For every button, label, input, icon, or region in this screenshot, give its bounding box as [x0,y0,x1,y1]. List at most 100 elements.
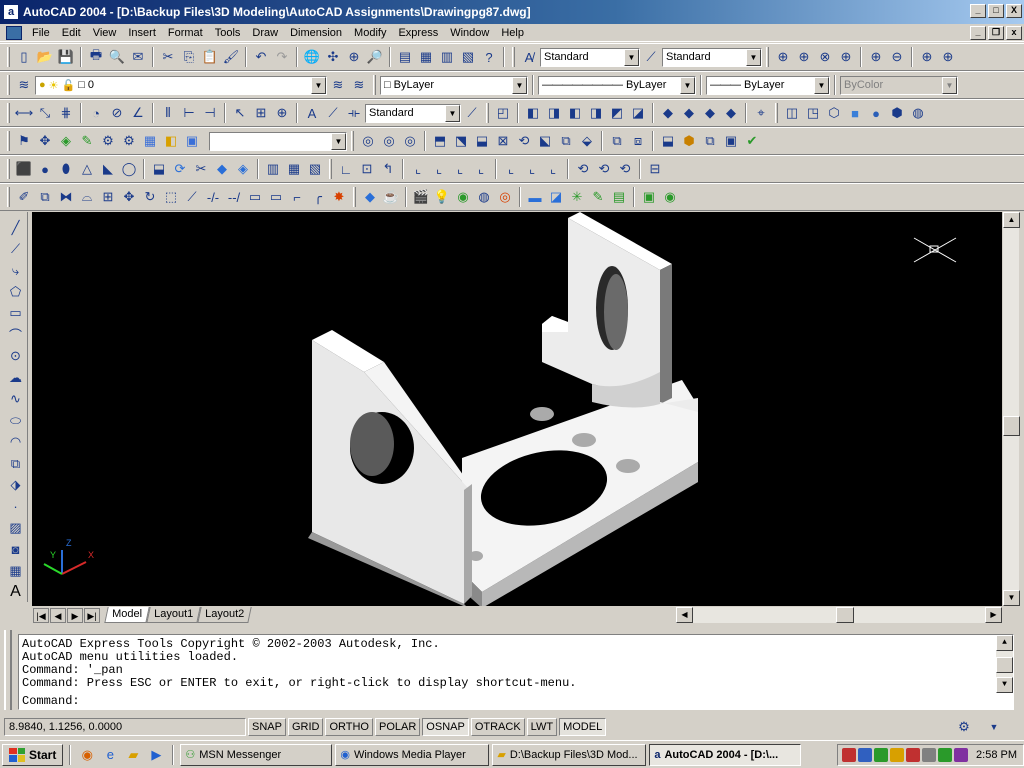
x-ucs-icon[interactable]: ⟲ [573,159,593,179]
menu-draw[interactable]: Draw [246,25,284,41]
tray-icon[interactable] [890,747,905,762]
diameter-dim-icon[interactable]: ⊘ [107,103,127,123]
start-button[interactable]: Start [2,743,64,766]
check-icon[interactable]: ✔ [742,131,762,151]
setup-profile-icon[interactable]: ▧ [305,159,325,179]
open-icon[interactable]: 📂 [35,47,55,67]
box-icon[interactable]: ⬛ [14,159,34,179]
multiline-text-icon[interactable]: A [6,582,26,601]
fillet-icon[interactable]: ╭ [308,187,328,207]
maximize-button[interactable]: □ [988,4,1004,18]
polar-toggle[interactable]: POLAR [375,718,421,736]
polyline-icon[interactable]: ⤷ [6,261,26,280]
center-mark-icon[interactable]: ⊕ [272,103,292,123]
document-icon[interactable] [6,25,22,40]
express-selection-icon[interactable]: ▣ [182,131,202,151]
command-window[interactable]: AutoCAD Express Tools Copyright © 2002-2… [18,634,1014,710]
offset-faces-icon[interactable]: ⬓ [472,131,492,151]
edit-landscape-icon[interactable]: ✎ [588,187,608,207]
revolve-icon[interactable]: ⟳ [170,159,190,179]
express-select[interactable]: ▼ [209,131,347,151]
3point-ucs-icon[interactable]: ⌞ [543,159,563,179]
offset-icon[interactable]: ⌓ [77,187,97,207]
materials-icon[interactable]: ◉ [453,187,473,207]
menu-view[interactable]: View [87,25,123,41]
view-ucs-icon-2[interactable]: ⌞ [471,159,491,179]
radius-dim-icon[interactable]: ◔ [86,103,106,123]
stretch-icon[interactable]: ⟋ [182,187,202,207]
color-faces-icon[interactable]: ⬙ [577,131,597,151]
dim-style-icon[interactable]: ⟋ [641,47,661,67]
ucs-icon[interactable]: ⊕ [344,47,364,67]
scroll-left-icon[interactable]: ◀ [676,607,693,623]
layer-manager-icon[interactable]: ≋ [14,75,34,95]
tab-layout1[interactable]: Layout1 [146,607,201,623]
ordinate-dim-icon[interactable]: ⋕ [56,103,76,123]
ellipse-icon[interactable]: ⬭ [6,411,26,430]
imprint-icon[interactable]: ⬓ [658,131,678,151]
face-ucs-icon[interactable]: ⌞ [450,159,470,179]
tray-icon[interactable] [906,747,921,762]
hscroll-thumb[interactable] [836,607,854,623]
print-preview-icon[interactable]: 🔍 [107,47,127,67]
hide-icon[interactable]: ◆ [360,187,380,207]
section-icon[interactable]: ◆ [212,159,232,179]
wireframe-icon[interactable]: ⬡ [824,103,844,123]
zoom-out-icon[interactable]: ⊖ [887,47,907,67]
match-properties-icon[interactable]: 🖌 [221,47,241,67]
chevron-down-icon[interactable]: ▼ [445,104,460,122]
osnap-toggle[interactable]: OSNAP [422,718,469,736]
hatch-icon[interactable]: ▨ [6,518,26,537]
help-icon[interactable]: ? [479,47,499,67]
rotate-faces-icon[interactable]: ⟲ [514,131,534,151]
hyperlink-icon[interactable]: 🌐 [302,47,322,67]
object-snap-icon[interactable]: ✣ [323,47,343,67]
gouraud-icon[interactable]: ■ [845,103,865,123]
camera-icon[interactable]: ⌖ [751,103,771,123]
interfere-icon[interactable]: ◈ [233,159,253,179]
fog-icon[interactable]: ◪ [546,187,566,207]
menu-dimension[interactable]: Dimension [284,25,348,41]
landscape-library-icon[interactable]: ▤ [609,187,629,207]
setup-drawing-icon[interactable]: ▥ [263,159,283,179]
task-explorer[interactable]: ▰ D:\Backup Files\3D Mod... [492,743,647,766]
break-point-icon[interactable]: ▭ [245,187,265,207]
tray-icon[interactable] [874,747,889,762]
lights-icon[interactable]: 💡 [432,187,452,207]
undo-icon[interactable]: ↶ [251,47,271,67]
ie-icon[interactable]: e [100,745,120,765]
dim-style-manager-icon[interactable]: ⟋ [462,103,482,123]
linetype-select[interactable]: ———————— ByLayer ▼ [538,75,696,95]
extrude-icon[interactable]: ⬓ [149,159,169,179]
doc-close-button[interactable]: x [1006,26,1022,40]
tab-layout2[interactable]: Layout2 [197,607,252,623]
tray-icon[interactable] [842,747,857,762]
rotate-icon[interactable]: ↻ [140,187,160,207]
array-icon[interactable]: ⊞ [98,187,118,207]
scroll-down-icon[interactable]: ▼ [1003,590,1020,606]
dbconnect-icon[interactable]: ▧ [458,47,478,67]
setup-view-icon[interactable]: ▦ [284,159,304,179]
origin-ucs-icon[interactable]: ⌞ [501,159,521,179]
materials-library-icon[interactable]: ◍ [474,187,494,207]
explode-icon[interactable]: ✸ [329,187,349,207]
chamfer-icon[interactable]: ⌐ [287,187,307,207]
copy-faces-icon[interactable]: ⧉ [556,131,576,151]
properties-icon[interactable]: ▤ [395,47,415,67]
polygon-icon[interactable]: ⬠ [6,282,26,301]
doc-restore-button[interactable]: ❐ [988,26,1004,40]
world-ucs-icon[interactable]: ⌞ [408,159,428,179]
new-icon[interactable]: ▯ [14,47,34,67]
insert-block-icon[interactable]: ⧉ [6,454,26,473]
revision-cloud-icon[interactable]: ☁ [6,368,26,387]
make-current-layer-icon[interactable]: ≋ [328,75,348,95]
status-menu-icon[interactable]: ▼ [984,717,1004,737]
command-scrollbar[interactable]: ▲ ▼ [996,635,1013,693]
bottom-view-icon[interactable]: ◨ [544,103,564,123]
snap-toggle[interactable]: SNAP [248,718,286,736]
tab-model[interactable]: Model [104,607,150,623]
zoom-icon[interactable]: ⊕ [773,47,793,67]
task-media-player[interactable]: ◉ Windows Media Player [335,743,490,766]
volume-icon[interactable] [922,747,937,762]
menu-express[interactable]: Express [392,25,444,41]
